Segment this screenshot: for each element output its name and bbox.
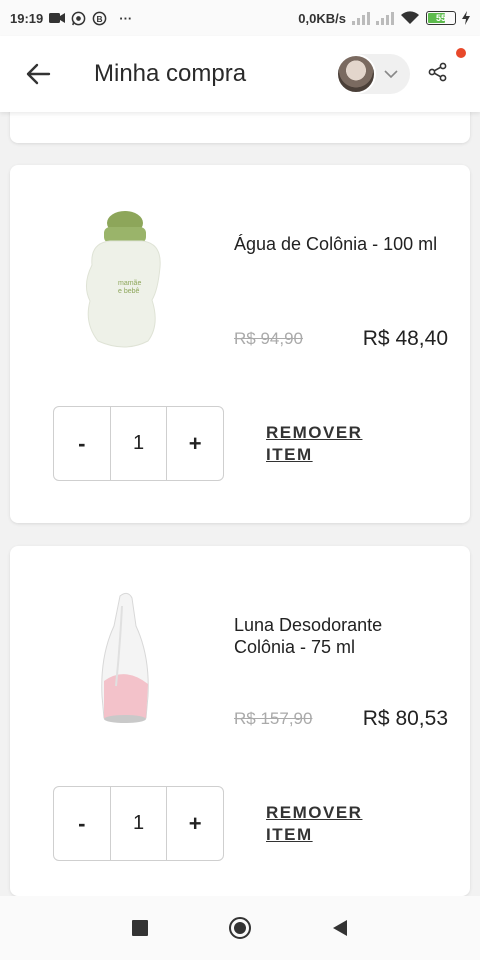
increase-quantity-button[interactable]: + [167,787,223,860]
old-price: R$ 94,90 [234,329,303,348]
cart-item-card: Luna Desodorante Colônia - 75 ml R$ 157,… [10,546,470,896]
net-speed: 0,0KB/s [298,10,346,26]
remove-item-link[interactable]: REMOVER ITEM [266,422,386,466]
avatar [336,54,376,94]
status-time: 19:19 [10,10,44,26]
quantity-value: 1 [109,407,168,480]
quantity-value: 1 [109,787,168,860]
whatsapp-icon [71,11,86,26]
triangle-back-icon [333,920,347,936]
notification-dot [456,48,466,58]
svg-text:B: B [97,13,103,23]
product-name: Luna Desodorante Colônia - 75 ml [234,615,383,657]
square-icon [132,920,148,936]
b-app-icon: B [92,11,107,26]
recents-button[interactable] [120,908,160,948]
wifi-icon [400,11,420,25]
svg-text:e bebê: e bebê [118,288,140,295]
back-button[interactable] [18,54,58,94]
new-price: R$ 48,40 [362,327,448,350]
svg-text:mamãe: mamãe [118,280,141,287]
home-button[interactable] [220,908,260,948]
quantity-stepper: - 1 + [53,786,224,861]
video-call-icon [49,12,66,24]
decrease-quantity-button[interactable]: - [54,787,110,860]
profile-menu[interactable] [336,54,410,94]
product-image-bottle: mamãe e bebê [86,211,161,348]
signal-2-icon [376,11,394,25]
back-nav-button[interactable] [320,908,360,948]
decrease-quantity-button[interactable]: - [54,407,110,480]
chevron-down-icon [384,69,398,78]
app-header: Minha compra [0,36,480,112]
product-image-bottle [101,592,149,723]
product-name: Água de Colônia - 100 ml [234,234,438,254]
cart-item-card: mamãe e bebê Água de Colônia - 100 ml R$… [10,165,470,523]
battery-level: 55 [435,13,446,23]
remove-item-link[interactable]: REMOVER ITEM [266,802,386,846]
status-bar: 19:19 B ··· 0,0KB/s 55 [0,0,480,36]
circle-icon [229,917,251,939]
page-title: Minha compra [94,60,247,87]
share-icon [428,62,447,82]
quantity-stepper: - 1 + [53,406,224,481]
arrow-left-icon [26,63,51,85]
increase-quantity-button[interactable]: + [167,407,223,480]
old-price: R$ 157,90 [234,709,313,728]
signal-icon [352,11,370,25]
system-nav-bar [0,896,480,960]
new-price: R$ 80,53 [362,707,448,730]
status-more: ··· [119,10,133,26]
share-button[interactable] [424,58,452,86]
charging-icon [462,11,470,25]
battery-icon: 55 [426,11,456,25]
